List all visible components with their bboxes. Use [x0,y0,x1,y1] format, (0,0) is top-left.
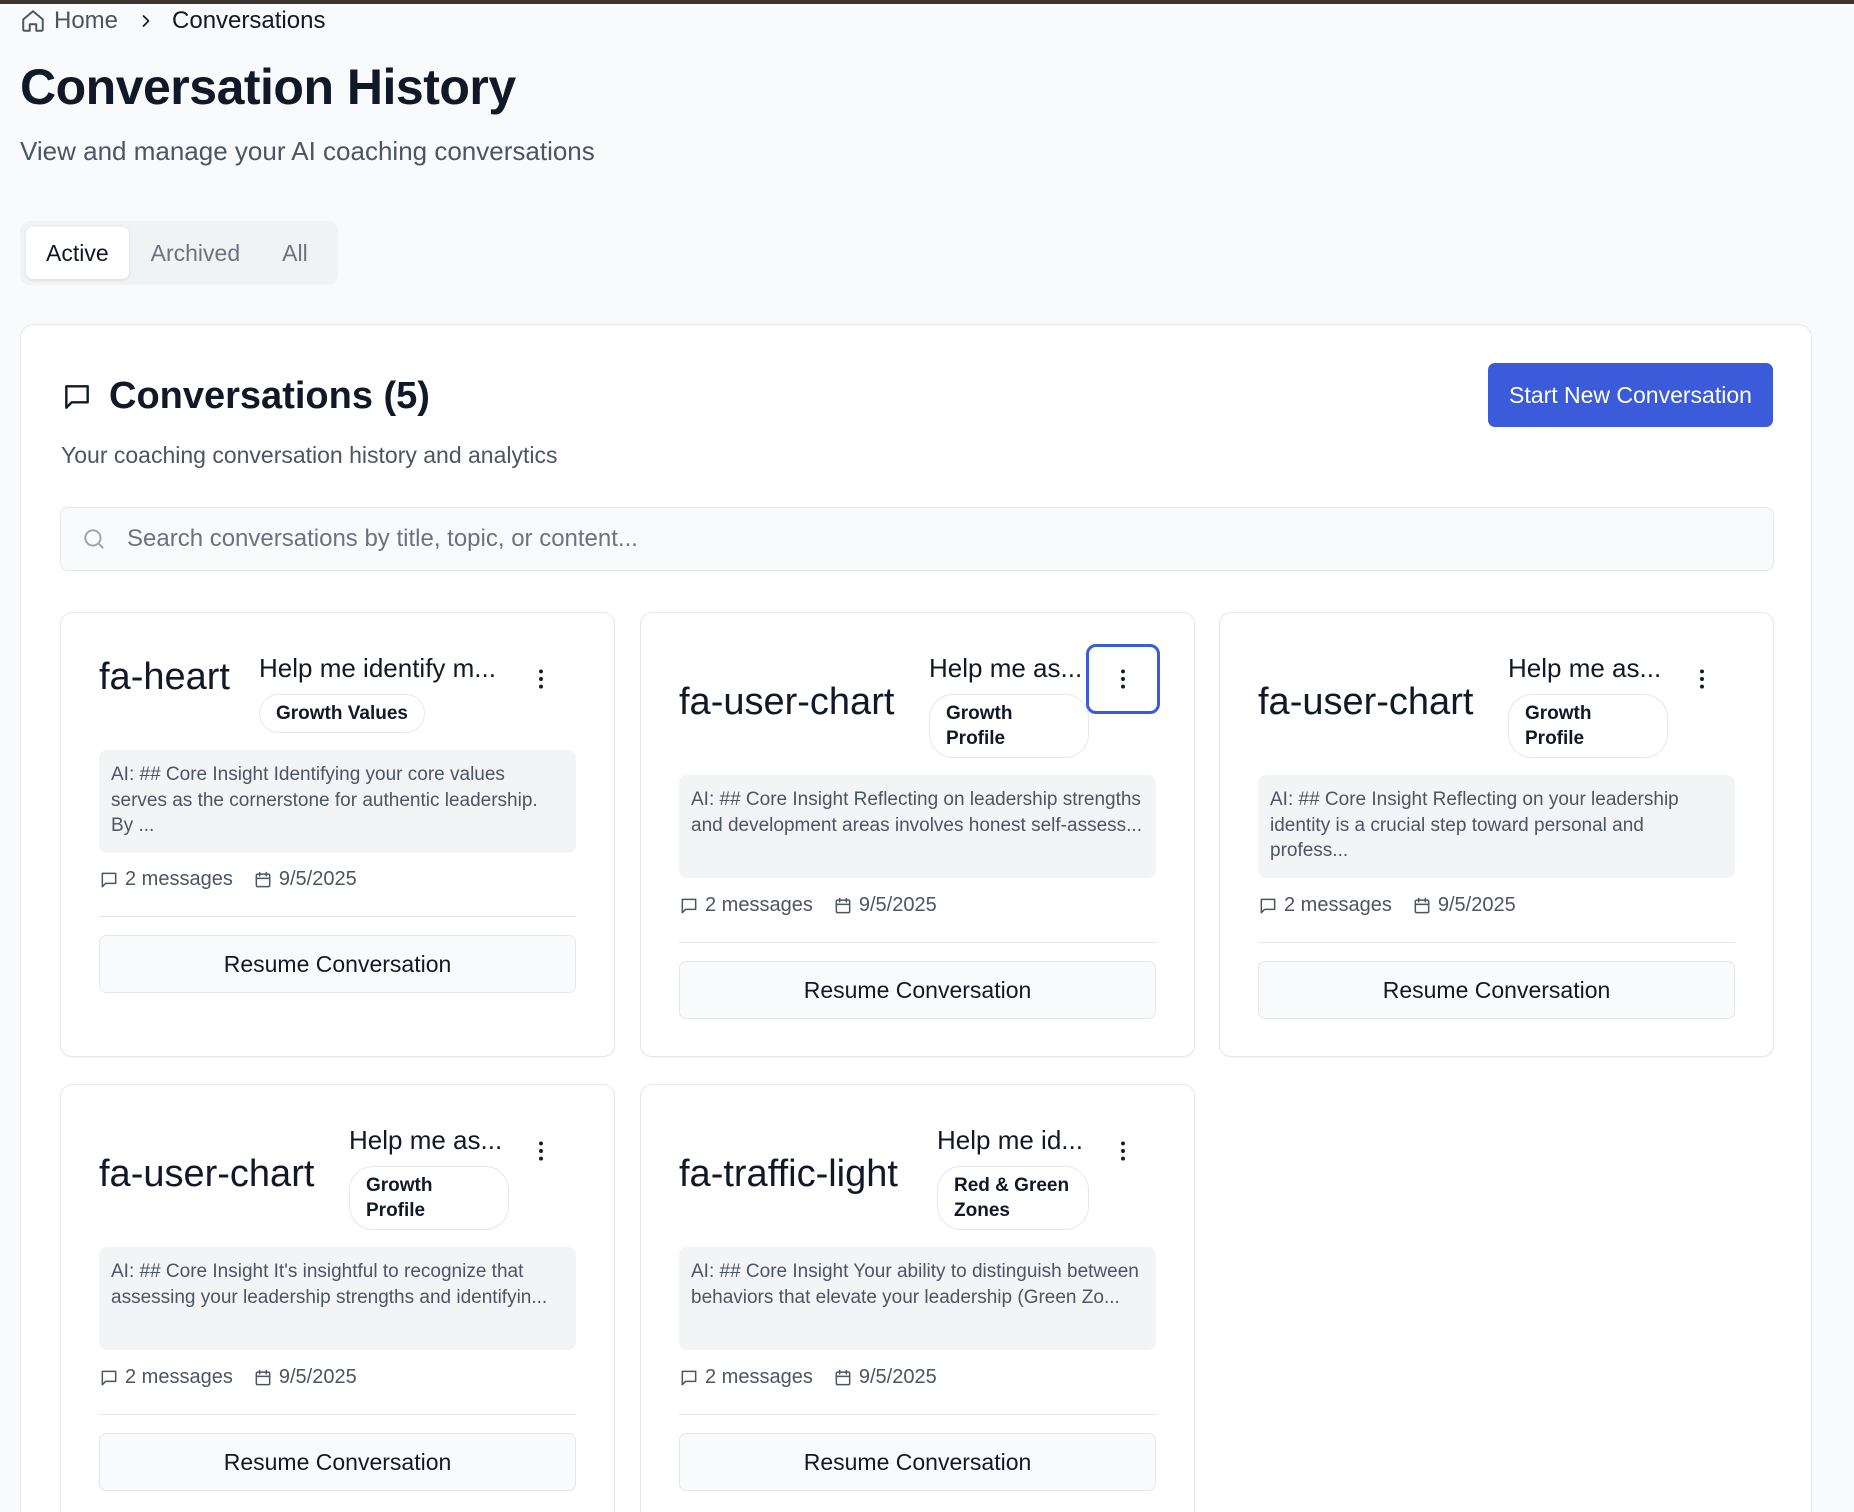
calendar-icon [255,871,271,887]
conversation-card: fa-traffic-light Help me id... Red & Gre… [640,1084,1195,1512]
conversation-meta: 2 messages 9/5/2025 [679,1366,937,1389]
message-count: 2 messages [125,868,233,890]
search-icon [84,529,104,549]
conversation-preview: AI: ## Core Insight Reflecting on your l… [1258,775,1735,878]
breadcrumb-home-label: Home [54,7,119,34]
conversation-title: Help me as... [349,1125,503,1155]
conversation-card: fa-user-chart Help me as... Growth Profi… [1219,612,1774,1057]
calendar-icon [835,897,851,913]
more-vertical-icon [1121,1141,1125,1161]
calendar-icon [255,1369,271,1385]
calendar-icon [1414,897,1430,913]
message-count-icon [1260,898,1276,913]
conversation-meta: 2 messages 9/5/2025 [679,894,937,917]
conversation-icon-text: fa-user-chart [679,681,895,723]
more-vertical-icon [539,669,543,689]
conversation-card: fa-user-chart Help me as... Growth Profi… [640,612,1195,1057]
message-count-icon [681,898,697,913]
card-divider [99,916,576,917]
calendar-icon [835,1369,851,1385]
page-title: Conversation History [20,59,516,115]
message-count-icon [101,1370,117,1385]
more-options-button[interactable] [1086,1116,1160,1186]
conversation-meta: 2 messages 9/5/2025 [99,868,357,891]
search-input[interactable] [127,525,1727,553]
conversation-date: 9/5/2025 [278,868,357,890]
message-square-icon [65,384,89,409]
conversation-title: Help me identify m... [259,653,496,683]
card-divider [679,942,1156,943]
message-count: 2 messages [705,894,813,916]
conversation-date: 9/5/2025 [1437,894,1516,916]
tab-all[interactable]: All [262,227,328,279]
message-count: 2 messages [1284,894,1392,916]
chevron-right-icon [136,11,156,31]
resume-conversation-button[interactable]: Resume Conversation [99,1433,576,1491]
more-options-button[interactable] [1086,644,1160,714]
more-options-button[interactable] [1665,644,1739,714]
conversation-title: Help me as... [929,653,1083,683]
message-count-icon [681,1370,697,1385]
resume-conversation-button[interactable]: Resume Conversation [1258,961,1735,1019]
card-divider [1258,942,1735,943]
conversation-topic-badge: Growth Profile [349,1166,509,1230]
conversation-filter-tabs: Active Archived All [20,221,338,285]
conversations-panel: Conversations (5) Your coaching conversa… [20,324,1812,1512]
conversation-card: fa-user-chart Help me as... Growth Profi… [60,1084,615,1512]
conversation-preview: AI: ## Core Insight Identifying your cor… [99,750,576,853]
resume-conversation-button[interactable]: Resume Conversation [99,935,576,993]
conversation-icon-text: fa-traffic-light [679,1153,898,1195]
conversation-meta: 2 messages 9/5/2025 [99,1366,357,1389]
conversation-icon-text: fa-user-chart [99,1153,315,1195]
conversation-date: 9/5/2025 [278,1366,357,1388]
resume-conversation-button[interactable]: Resume Conversation [679,1433,1156,1491]
conversation-date: 9/5/2025 [858,894,937,916]
conversation-card: fa-heart Help me identify m... Growth Va… [60,612,615,1057]
conversation-title: Help me as... [1508,653,1662,683]
window-top-border [0,0,1854,4]
message-count: 2 messages [705,1366,813,1388]
more-vertical-icon [539,1141,543,1161]
home-icon [22,10,44,32]
conversation-topic-badge: Growth Profile [929,694,1089,758]
conversation-preview: AI: ## Core Insight Reflecting on leader… [679,775,1156,878]
conversation-preview: AI: ## Core Insight It's insightful to r… [99,1247,576,1350]
conversation-topic-badge: Red & Green Zones [937,1166,1089,1230]
conversation-preview: AI: ## Core Insight Your ability to dist… [679,1247,1156,1350]
panel-subtitle: Your coaching conversation history and a… [61,442,558,468]
more-options-button[interactable] [504,644,578,714]
message-count-icon [101,872,117,887]
conversation-topic-badge: Growth Values [259,694,425,733]
card-divider [99,1414,576,1415]
conversation-title: Help me id... [937,1125,1083,1155]
tab-active[interactable]: Active [26,227,129,279]
tab-archived[interactable]: Archived [131,227,260,279]
message-count: 2 messages [125,1366,233,1388]
page-subtitle: View and manage your AI coaching convers… [20,136,595,166]
breadcrumb-home-link[interactable]: Home [20,7,118,35]
resume-conversation-button[interactable]: Resume Conversation [679,961,1156,1019]
start-new-conversation-button[interactable]: Start New Conversation [1488,363,1773,427]
conversation-meta: 2 messages 9/5/2025 [1258,894,1516,917]
conversation-date: 9/5/2025 [858,1366,937,1388]
conversation-icon-text: fa-heart [99,656,230,698]
breadcrumb-current: Conversations [172,7,326,34]
search-bar [60,507,1774,571]
more-options-button[interactable] [504,1116,578,1186]
panel-title: Conversations (5) [61,375,430,418]
more-vertical-icon [1121,669,1125,689]
panel-title-text: Conversations (5) [109,375,430,417]
more-vertical-icon [1700,669,1704,689]
conversation-icon-text: fa-user-chart [1258,681,1474,723]
breadcrumb: Home Conversations [20,6,325,36]
card-divider [679,1414,1156,1415]
conversation-topic-badge: Growth Profile [1508,694,1668,758]
